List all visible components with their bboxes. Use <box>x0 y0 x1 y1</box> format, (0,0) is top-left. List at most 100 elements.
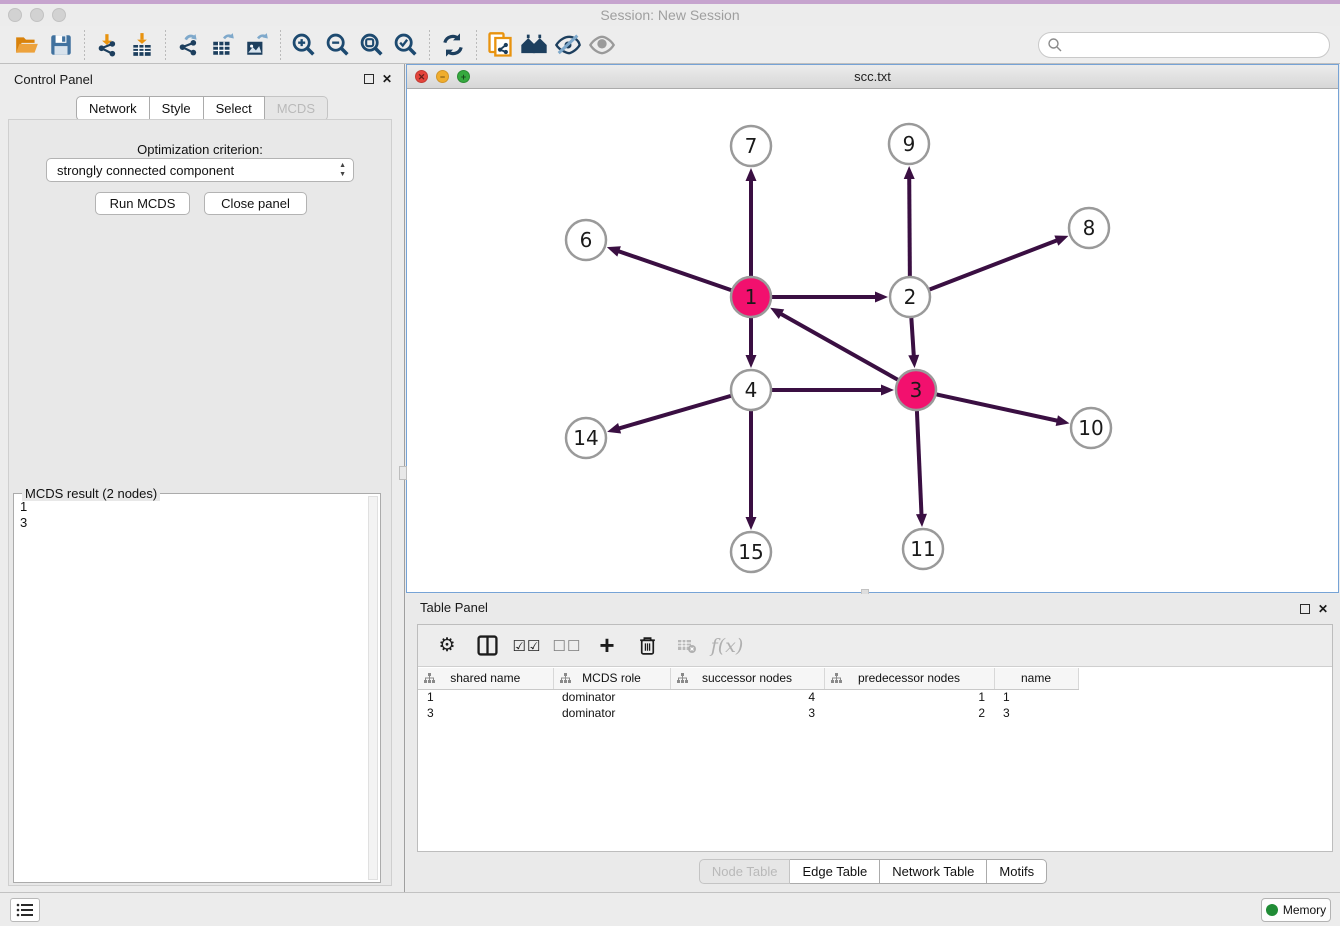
tab-mcds[interactable]: MCDS <box>265 96 328 121</box>
network-window-title: scc.txt <box>407 69 1338 84</box>
export-table-icon[interactable] <box>206 30 240 60</box>
tab-node-table[interactable]: Node Table <box>699 859 791 884</box>
zoom-in-icon[interactable] <box>287 30 321 60</box>
search-icon <box>1047 37 1063 53</box>
add-column-icon[interactable]: + <box>594 633 620 659</box>
delete-column-icon[interactable] <box>634 633 660 659</box>
graph-node-11[interactable]: 11 <box>903 529 943 569</box>
function-builder-icon: f(x) <box>714 633 740 659</box>
graph-node-4[interactable]: 4 <box>731 370 771 410</box>
edge-3-11[interactable] <box>917 411 922 516</box>
graph-node-9[interactable]: 9 <box>889 124 929 164</box>
column-layout-icon[interactable] <box>474 633 500 659</box>
tab-style[interactable]: Style <box>150 96 204 121</box>
toolbar-separator <box>84 30 85 60</box>
criterion-select[interactable]: strongly connected component ▲▼ <box>46 158 354 182</box>
clone-network-icon[interactable] <box>483 30 517 60</box>
save-session-icon[interactable] <box>44 30 78 60</box>
deselect-all-icon[interactable]: ☐☐ <box>554 633 580 659</box>
vertical-splitter-grip[interactable] <box>399 466 407 480</box>
task-history-button[interactable] <box>10 898 40 922</box>
refresh-layout-icon[interactable] <box>436 30 470 60</box>
table-cell[interactable]: 1 <box>994 689 1078 705</box>
network-graph-canvas[interactable]: 1 2 3 4 6 7 8 9 10 11 14 15 <box>407 89 1338 592</box>
tab-motifs[interactable]: Motifs <box>987 859 1047 884</box>
tab-network[interactable]: Network <box>76 96 150 121</box>
home-view-icon[interactable] <box>517 30 551 60</box>
table-cell[interactable]: 2 <box>824 705 994 721</box>
network-window-titlebar[interactable]: ✕ − + scc.txt <box>407 65 1338 89</box>
app-titlebar: Session: New Session <box>0 4 1340 26</box>
show-all-icon[interactable] <box>585 30 619 60</box>
mcds-result-text[interactable]: 1 3 <box>20 499 364 878</box>
select-all-icon[interactable]: ☑☑ <box>514 633 540 659</box>
close-panel-icon[interactable]: ✕ <box>1318 602 1328 616</box>
zoom-selected-icon[interactable] <box>389 30 423 60</box>
edge-3-1[interactable] <box>780 313 898 379</box>
settings-gear-icon[interactable]: ⚙ <box>434 633 460 659</box>
graph-node-15[interactable]: 15 <box>731 532 771 572</box>
table-cell[interactable]: dominator <box>553 689 670 705</box>
memory-button[interactable]: Memory <box>1261 898 1331 922</box>
tab-edge-table[interactable]: Edge Table <box>790 859 880 884</box>
table-row[interactable]: 1dominator411 <box>418 689 1078 705</box>
zoom-fit-icon[interactable] <box>355 30 389 60</box>
column-header-shared-name[interactable]: shared name <box>418 668 553 689</box>
table-cell[interactable]: 3 <box>418 705 553 721</box>
run-mcds-button[interactable]: Run MCDS <box>95 192 190 215</box>
table-cell[interactable]: 4 <box>670 689 824 705</box>
table-cell[interactable]: 1 <box>418 689 553 705</box>
column-header-predecessor-nodes[interactable]: predecessor nodes <box>824 668 994 689</box>
float-panel-icon[interactable] <box>1300 604 1310 614</box>
graph-node-8[interactable]: 8 <box>1069 208 1109 248</box>
column-header-MCDS-role[interactable]: MCDS role <box>553 668 670 689</box>
tab-select[interactable]: Select <box>204 96 265 121</box>
graph-node-1[interactable]: 1 <box>731 277 771 317</box>
svg-text:1: 1 <box>745 285 758 309</box>
edge-2-9[interactable] <box>909 177 910 276</box>
graph-node-2[interactable]: 2 <box>890 277 930 317</box>
column-header-successor-nodes[interactable]: successor nodes <box>670 668 824 689</box>
close-panel-button[interactable]: Close panel <box>204 192 307 215</box>
mcds-result-scrollbar[interactable] <box>368 496 378 880</box>
edge-1-6[interactable] <box>617 251 731 290</box>
column-header-name[interactable]: name <box>994 668 1078 689</box>
table-cell[interactable]: 1 <box>824 689 994 705</box>
open-session-icon[interactable] <box>10 30 44 60</box>
control-panel: Control Panel ✕ NetworkStyleSelectMCDS O… <box>0 64 405 892</box>
network-view-window: ✕ − + scc.txt 1 2 3 4 6 7 8 9 10 11 14 15 <box>406 64 1339 593</box>
mcds-result-box: MCDS result (2 nodes) 1 3 <box>13 493 381 883</box>
hide-selected-icon[interactable] <box>551 30 585 60</box>
search-input[interactable] <box>1038 32 1330 58</box>
export-image-icon[interactable] <box>240 30 274 60</box>
node-table[interactable]: shared nameMCDS rolesuccessor nodesprede… <box>418 668 1079 721</box>
table-cell[interactable]: dominator <box>553 705 670 721</box>
arrowhead-icon <box>916 514 927 527</box>
edge-2-8[interactable] <box>930 240 1059 290</box>
zoom-out-icon[interactable] <box>321 30 355 60</box>
graph-node-6[interactable]: 6 <box>566 220 606 260</box>
export-network-icon[interactable] <box>172 30 206 60</box>
list-icon <box>16 903 34 917</box>
table-row[interactable]: 3dominator323 <box>418 705 1078 721</box>
graph-node-10[interactable]: 10 <box>1071 408 1111 448</box>
edge-3-10[interactable] <box>937 394 1059 421</box>
memory-status-icon <box>1266 904 1278 916</box>
table-cell[interactable]: 3 <box>670 705 824 721</box>
edge-4-14[interactable] <box>618 396 731 429</box>
tab-network-table[interactable]: Network Table <box>880 859 987 884</box>
edge-2-3[interactable] <box>911 318 914 357</box>
close-panel-icon[interactable]: ✕ <box>382 72 392 86</box>
graph-node-3[interactable]: 3 <box>896 370 936 410</box>
arrowhead-icon <box>607 423 621 434</box>
graph-node-7[interactable]: 7 <box>731 126 771 166</box>
graph-node-14[interactable]: 14 <box>566 418 606 458</box>
arrowhead-icon <box>1054 235 1068 245</box>
import-network-icon[interactable] <box>91 30 125 60</box>
import-table-icon[interactable] <box>125 30 159 60</box>
float-panel-icon[interactable] <box>364 74 374 84</box>
svg-text:6: 6 <box>580 228 593 252</box>
arrowhead-icon <box>746 517 757 530</box>
node-table-container: ⚙ ☑☑ ☐☐ + f(x) shared nameMCDS rolesucce… <box>417 624 1333 852</box>
table-cell[interactable]: 3 <box>994 705 1078 721</box>
